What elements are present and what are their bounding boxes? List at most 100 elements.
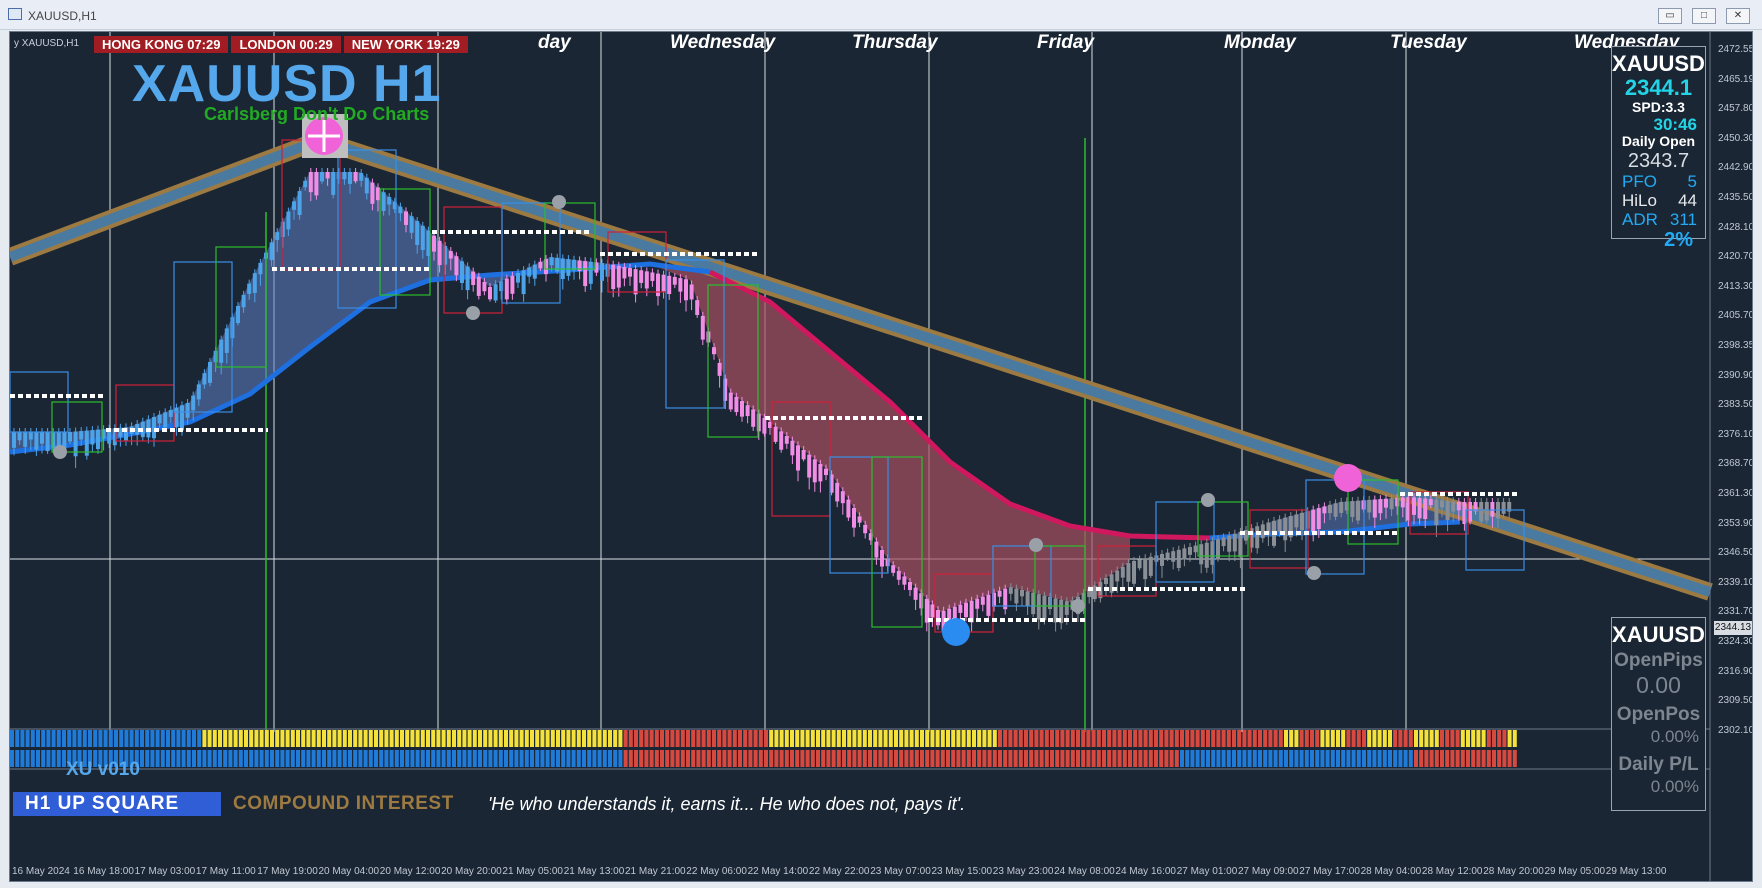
price-axis-label: 2472.55: [1718, 44, 1753, 55]
histogram-bar: [171, 750, 176, 767]
histogram-bar: [400, 730, 404, 747]
histogram-bar: [374, 750, 378, 767]
candle-body: [168, 410, 173, 417]
histogram-bar: [238, 750, 243, 767]
histogram-bar: [810, 730, 815, 747]
candle-body: [252, 273, 257, 293]
candle-body: [667, 275, 672, 295]
histogram-bar: [389, 730, 394, 747]
histogram-bar: [166, 730, 170, 747]
histogram-bar: [972, 730, 976, 747]
histogram-bar: [592, 730, 597, 747]
histogram-bar: [1268, 730, 1273, 747]
minimize-button[interactable]: ▭: [1658, 8, 1682, 24]
histogram-bar: [1278, 730, 1283, 747]
candle-body: [1434, 499, 1439, 526]
candle-body: [1412, 497, 1416, 515]
histogram-bar: [332, 730, 337, 747]
histogram-bar: [1096, 750, 1101, 767]
candle-body: [779, 431, 784, 450]
histogram-bar: [514, 730, 519, 747]
candle-body: [1126, 563, 1131, 582]
histogram-bar: [862, 750, 867, 767]
histogram-bar: [452, 730, 456, 747]
histogram-bar: [519, 750, 524, 767]
histogram-bar: [1507, 750, 1512, 767]
info-price: 2344.1: [1624, 75, 1693, 100]
histogram-bar: [1362, 730, 1366, 747]
session-new-york: NEW YORK 19:29: [343, 36, 468, 53]
histogram-bar: [1226, 730, 1231, 747]
histogram-bar: [368, 750, 373, 767]
histogram-bar: [363, 730, 368, 747]
histogram-bar: [1190, 750, 1195, 767]
histogram-bar: [56, 730, 61, 747]
histogram-bar: [67, 730, 72, 747]
histogram-bar: [1065, 750, 1070, 767]
price-axis-label: 2413.30: [1718, 280, 1753, 292]
chart-canvas[interactable]: [10, 32, 1753, 882]
price-axis-label: 2339.10: [1718, 576, 1753, 588]
time-axis-label: 27 May 01:00: [1176, 866, 1238, 877]
candle-body: [437, 240, 442, 266]
session-london: LONDON 00:29: [231, 36, 341, 53]
histogram-bar: [951, 750, 956, 767]
histogram-bar: [992, 750, 997, 767]
histogram-bar: [166, 750, 170, 767]
histogram-bar: [1195, 750, 1200, 767]
histogram-bar: [634, 730, 638, 747]
histogram-bar: [1060, 730, 1065, 747]
histogram-bar: [1252, 730, 1257, 747]
candle-body: [1311, 509, 1316, 532]
maximize-button[interactable]: □: [1692, 8, 1716, 24]
histogram-bar: [244, 730, 248, 747]
histogram-bar: [1159, 730, 1164, 747]
histogram-bar: [826, 730, 831, 747]
candle-body: [751, 409, 756, 427]
histogram-bar: [1102, 730, 1106, 747]
histogram-bar: [150, 750, 155, 767]
histogram-bar: [1070, 730, 1075, 747]
window-title: XAUUSD,H1: [28, 9, 97, 23]
histogram-bar: [140, 750, 144, 767]
histogram-bar: [483, 750, 488, 767]
candle-body: [1440, 500, 1444, 508]
histogram-bar: [1107, 730, 1112, 747]
info-symbol: XAUUSD: [1612, 51, 1705, 76]
candle-body: [661, 274, 666, 292]
histogram-bar: [779, 750, 784, 767]
close-button[interactable]: ✕: [1726, 8, 1750, 24]
chart-window-icon: [8, 8, 22, 20]
histogram-bar: [998, 730, 1002, 747]
histogram-bar: [1008, 730, 1013, 747]
candle-body: [1132, 561, 1136, 584]
histogram-bar: [1403, 730, 1408, 747]
histogram-bar: [758, 750, 763, 767]
price-axis-label: 2405.70: [1718, 310, 1753, 322]
histogram-bar: [452, 750, 456, 767]
histogram-bar: [1341, 750, 1346, 767]
price-chart[interactable]: y XAUUSD,H1 HONG KONG 07:29 LONDON 00:29…: [9, 31, 1753, 882]
candle-body: [812, 459, 817, 483]
candle-body: [527, 267, 532, 277]
candle-body: [482, 281, 487, 292]
time-axis-label: 27 May 17:00: [1299, 866, 1360, 877]
histogram-bar: [977, 750, 982, 767]
histogram-bar: [1377, 730, 1382, 747]
candle-body: [40, 432, 44, 444]
info-adr-value: 311: [1669, 210, 1697, 229]
candle-body: [1255, 526, 1260, 549]
price-axis-label: 2368.70: [1718, 458, 1753, 470]
histogram-bar: [691, 730, 696, 747]
time-axis-label: 28 May 04:00: [1360, 866, 1422, 877]
histogram-bar: [1232, 750, 1236, 767]
histogram-bar: [1086, 730, 1091, 747]
candle-body: [1451, 501, 1456, 512]
histogram-bar: [535, 730, 540, 747]
histogram-bar: [826, 750, 831, 767]
candle-body: [521, 270, 526, 295]
candle-body: [566, 259, 571, 276]
time-axis-label: 23 May 07:00: [870, 866, 931, 877]
histogram-bar: [1512, 730, 1517, 747]
histogram-bar: [1039, 730, 1044, 747]
